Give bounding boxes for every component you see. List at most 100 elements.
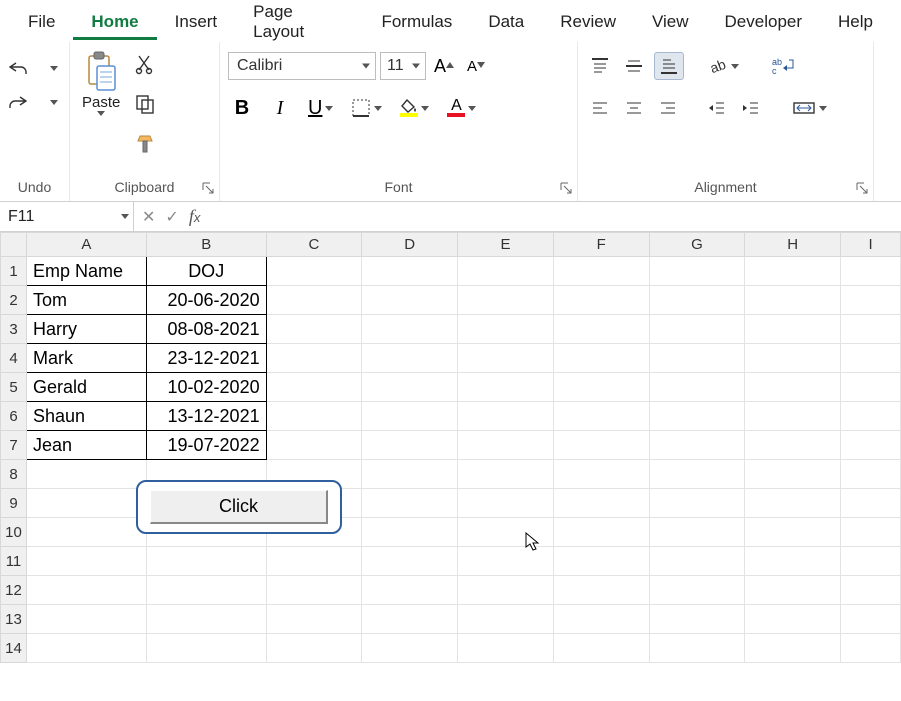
cell-A3[interactable]: Harry bbox=[26, 315, 146, 344]
menu-item-data[interactable]: Data bbox=[470, 2, 542, 40]
cell-G5[interactable] bbox=[649, 373, 745, 402]
cell-H10[interactable] bbox=[745, 518, 841, 547]
italic-button[interactable]: I bbox=[266, 94, 294, 122]
cell-E12[interactable] bbox=[458, 576, 554, 605]
menu-item-developer[interactable]: Developer bbox=[707, 2, 821, 40]
undo-dropdown[interactable] bbox=[39, 54, 67, 82]
cell-C5[interactable] bbox=[266, 373, 362, 402]
cell-H12[interactable] bbox=[745, 576, 841, 605]
align-middle-button[interactable] bbox=[620, 52, 648, 80]
cell-D14[interactable] bbox=[362, 634, 458, 663]
alignment-dialog-launcher[interactable] bbox=[855, 181, 869, 195]
name-box-dropdown[interactable] bbox=[121, 214, 129, 219]
cell-I8[interactable] bbox=[841, 460, 901, 489]
cell-E5[interactable] bbox=[458, 373, 554, 402]
name-box[interactable] bbox=[8, 208, 88, 226]
decrease-font-button[interactable]: A bbox=[462, 52, 490, 80]
cell-G11[interactable] bbox=[649, 547, 745, 576]
cell-G9[interactable] bbox=[649, 489, 745, 518]
menu-item-home[interactable]: Home bbox=[73, 2, 156, 40]
cell-A11[interactable] bbox=[26, 547, 146, 576]
cell-B14[interactable] bbox=[146, 634, 266, 663]
col-header-H[interactable]: H bbox=[745, 233, 841, 257]
cell-G8[interactable] bbox=[649, 460, 745, 489]
cell-B6[interactable]: 13-12-2021 bbox=[146, 402, 266, 431]
col-header-B[interactable]: B bbox=[146, 233, 266, 257]
cell-E13[interactable] bbox=[458, 605, 554, 634]
cell-H4[interactable] bbox=[745, 344, 841, 373]
cell-C6[interactable] bbox=[266, 402, 362, 431]
merge-center-button[interactable] bbox=[788, 94, 831, 122]
cell-A12[interactable] bbox=[26, 576, 146, 605]
underline-button[interactable]: U bbox=[304, 94, 337, 122]
formula-input[interactable] bbox=[210, 208, 893, 226]
redo-button[interactable] bbox=[3, 88, 33, 116]
cell-F5[interactable] bbox=[553, 373, 649, 402]
cell-A9[interactable] bbox=[26, 489, 146, 518]
cell-E8[interactable] bbox=[458, 460, 554, 489]
row-header-5[interactable]: 5 bbox=[1, 373, 27, 402]
font-size-combo[interactable] bbox=[380, 52, 426, 80]
cell-A10[interactable] bbox=[26, 518, 146, 547]
cell-F2[interactable] bbox=[553, 286, 649, 315]
form-button-container[interactable]: Click bbox=[136, 480, 342, 534]
fx-icon[interactable]: fx bbox=[189, 206, 201, 227]
cell-F7[interactable] bbox=[553, 431, 649, 460]
cell-C3[interactable] bbox=[266, 315, 362, 344]
cell-C14[interactable] bbox=[266, 634, 362, 663]
borders-button[interactable] bbox=[347, 94, 386, 122]
cell-F12[interactable] bbox=[553, 576, 649, 605]
cell-F3[interactable] bbox=[553, 315, 649, 344]
cell-F10[interactable] bbox=[553, 518, 649, 547]
row-header-9[interactable]: 9 bbox=[1, 489, 27, 518]
cell-B13[interactable] bbox=[146, 605, 266, 634]
cell-F14[interactable] bbox=[553, 634, 649, 663]
bold-button[interactable]: B bbox=[228, 94, 256, 122]
cell-D13[interactable] bbox=[362, 605, 458, 634]
menu-item-file[interactable]: File bbox=[10, 2, 73, 40]
cell-E4[interactable] bbox=[458, 344, 554, 373]
cell-I14[interactable] bbox=[841, 634, 901, 663]
decrease-indent-button[interactable] bbox=[702, 94, 730, 122]
cell-F9[interactable] bbox=[553, 489, 649, 518]
clipboard-dialog-launcher[interactable] bbox=[201, 181, 215, 195]
row-header-7[interactable]: 7 bbox=[1, 431, 27, 460]
align-top-button[interactable] bbox=[586, 52, 614, 80]
cell-I10[interactable] bbox=[841, 518, 901, 547]
cell-D10[interactable] bbox=[362, 518, 458, 547]
cell-C1[interactable] bbox=[266, 257, 362, 286]
cell-F6[interactable] bbox=[553, 402, 649, 431]
undo-button[interactable] bbox=[3, 54, 33, 82]
paste-dropdown[interactable] bbox=[97, 111, 105, 116]
cell-E6[interactable] bbox=[458, 402, 554, 431]
cell-D7[interactable] bbox=[362, 431, 458, 460]
align-left-button[interactable] bbox=[586, 94, 614, 122]
row-header-4[interactable]: 4 bbox=[1, 344, 27, 373]
cell-A7[interactable]: Jean bbox=[26, 431, 146, 460]
cell-G12[interactable] bbox=[649, 576, 745, 605]
cell-E2[interactable] bbox=[458, 286, 554, 315]
align-bottom-button[interactable] bbox=[654, 52, 684, 80]
row-header-11[interactable]: 11 bbox=[1, 547, 27, 576]
spreadsheet-grid[interactable]: ABCDEFGHI1Emp NameDOJ2Tom20-06-20203Harr… bbox=[0, 232, 901, 663]
cell-H2[interactable] bbox=[745, 286, 841, 315]
cell-B5[interactable]: 10-02-2020 bbox=[146, 373, 266, 402]
col-header-F[interactable]: F bbox=[553, 233, 649, 257]
cell-I4[interactable] bbox=[841, 344, 901, 373]
cell-D12[interactable] bbox=[362, 576, 458, 605]
cell-H1[interactable] bbox=[745, 257, 841, 286]
row-header-10[interactable]: 10 bbox=[1, 518, 27, 547]
col-header-E[interactable]: E bbox=[458, 233, 554, 257]
cell-A1[interactable]: Emp Name bbox=[26, 257, 146, 286]
col-header-A[interactable]: A bbox=[26, 233, 146, 257]
cell-C12[interactable] bbox=[266, 576, 362, 605]
cell-G14[interactable] bbox=[649, 634, 745, 663]
cell-F1[interactable] bbox=[553, 257, 649, 286]
font-name-combo[interactable] bbox=[228, 52, 376, 80]
cell-I7[interactable] bbox=[841, 431, 901, 460]
cell-G4[interactable] bbox=[649, 344, 745, 373]
font-name-input[interactable] bbox=[228, 52, 376, 80]
cell-G1[interactable] bbox=[649, 257, 745, 286]
cell-A13[interactable] bbox=[26, 605, 146, 634]
cell-D6[interactable] bbox=[362, 402, 458, 431]
